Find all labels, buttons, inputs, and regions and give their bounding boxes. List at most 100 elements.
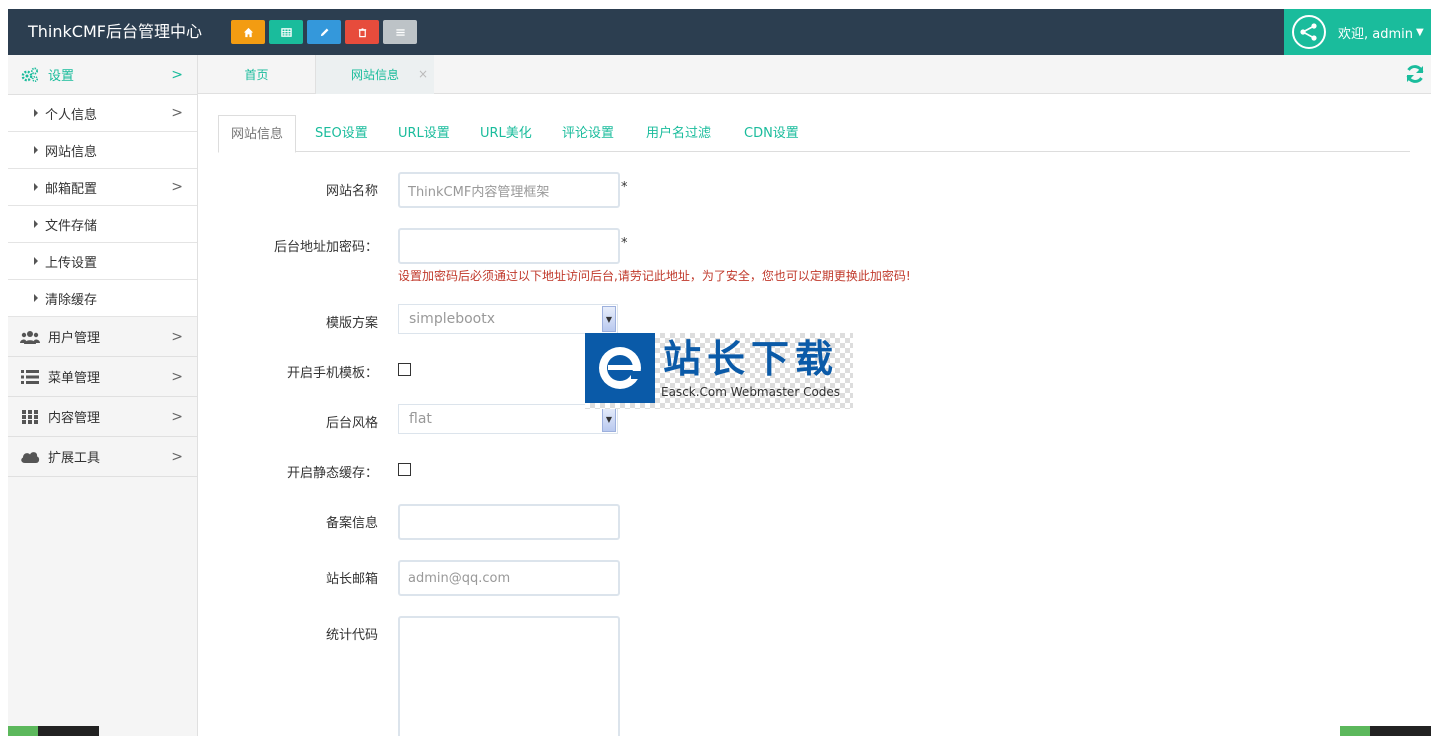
site-name-input[interactable]: ThinkCMF内容管理框架 <box>398 172 620 208</box>
sidebar-sub-item-storage[interactable]: 文件存储 <box>8 206 197 243</box>
template-value: simplebootx <box>409 311 496 327</box>
close-icon[interactable]: × <box>418 67 428 81</box>
tab-site-info[interactable]: 网站信息 × <box>316 55 434 94</box>
chevron-down-icon: ▼ <box>602 406 616 432</box>
chevron-right-icon: > <box>171 368 183 385</box>
footer-bar-right[interactable] <box>1340 726 1431 736</box>
icp-label: 备案信息 <box>325 516 378 531</box>
table-shortcut-button[interactable] <box>269 20 303 44</box>
cloud-icon <box>20 449 40 465</box>
sidebar-sub-label: 清除缓存 <box>45 292 98 308</box>
tab-url-rewrite[interactable]: URL美化 <box>480 115 532 152</box>
sidebar-item-extensions[interactable]: 扩展工具 > <box>8 437 197 477</box>
sidebar-item-content[interactable]: 内容管理 > <box>8 397 197 437</box>
watermark-title: 站长下载 <box>663 337 840 381</box>
admin-key-hint: 设置加密码后必须通过以下地址访问后台,请劳记此地址，为了安全，您也可以定期更换此… <box>398 269 911 283</box>
chevron-right-icon: > <box>171 408 183 425</box>
brand-title[interactable]: ThinkCMF后台管理中心 <box>28 9 202 55</box>
welcome-text: 欢迎, admin <box>1338 26 1413 42</box>
stats-code-label: 统计代码 <box>325 628 378 643</box>
sidebar-sub-label: 文件存储 <box>45 218 98 234</box>
caret-right-icon <box>34 257 38 265</box>
caret-right-icon <box>34 109 38 117</box>
sidebar-sub-item-profile[interactable]: 个人信息 > <box>8 95 197 132</box>
shortcut-toolbar <box>231 20 417 44</box>
static-cache-label: 开启静态缓存： <box>286 466 378 481</box>
watermark-logo-icon <box>585 333 655 403</box>
sidebar-item-label: 设置 <box>48 69 75 84</box>
site-name-label: 网站名称 <box>325 184 378 199</box>
admin-window: ThinkCMF后台管理中心 欢迎, admin ▼ 设置 > 个人信息 > 网… <box>8 9 1431 736</box>
chevron-right-icon: > <box>171 179 183 195</box>
table-icon <box>280 27 292 37</box>
mobile-template-label: 开启手机模板： <box>286 366 378 381</box>
caret-right-icon <box>34 220 38 228</box>
chevron-right-icon: > <box>171 66 183 83</box>
tab-username-filter[interactable]: 用户名过滤 <box>646 115 711 152</box>
sidebar-sub-label: 上传设置 <box>45 255 98 271</box>
caret-right-icon <box>34 146 38 154</box>
delete-shortcut-button[interactable] <box>345 20 379 44</box>
sidebar-item-label: 内容管理 <box>48 411 101 426</box>
template-label: 模版方案 <box>325 316 378 331</box>
sidebar-sub-item-clear-cache[interactable]: 清除缓存 <box>8 280 197 317</box>
sidebar-item-label: 菜单管理 <box>48 371 101 386</box>
tab-cdn[interactable]: CDN设置 <box>744 115 799 152</box>
top-header: ThinkCMF后台管理中心 欢迎, admin ▼ <box>8 9 1431 55</box>
sidebar-item-settings[interactable]: 设置 > <box>8 55 197 95</box>
chevron-right-icon: > <box>171 105 183 121</box>
refresh-icon[interactable] <box>1403 62 1427 86</box>
admin-email-input[interactable]: admin@qq.com <box>398 560 620 596</box>
tab-seo[interactable]: SEO设置 <box>315 115 368 152</box>
trash-icon <box>358 27 366 37</box>
chevron-down-icon: ▼ <box>602 306 616 332</box>
mobile-template-checkbox[interactable] <box>398 363 411 376</box>
required-mark: * <box>621 236 628 251</box>
settings-tabs: 网站信息 SEO设置 URL设置 URL美化 评论设置 用户名过滤 CDN设置 <box>218 115 1410 153</box>
edit-shortcut-button[interactable] <box>307 20 341 44</box>
admin-style-value: flat <box>409 411 432 427</box>
sidebar-item-label: 用户管理 <box>48 331 101 346</box>
caret-down-icon: ▼ <box>1416 26 1424 38</box>
sidebar-item-label: 扩展工具 <box>48 451 101 466</box>
stats-code-textarea[interactable] <box>398 616 620 736</box>
share-icon <box>1292 15 1326 49</box>
tab-site-info-settings[interactable]: 网站信息 <box>218 115 297 153</box>
gears-icon <box>20 67 40 83</box>
grid-icon <box>20 409 40 425</box>
home-icon <box>243 27 253 37</box>
tab-home[interactable]: 首页 <box>198 55 316 94</box>
static-cache-checkbox[interactable] <box>398 463 411 476</box>
admin-email-label: 站长邮箱 <box>325 572 378 587</box>
sidebar-sub-item-mail[interactable]: 邮箱配置 > <box>8 169 197 206</box>
list-icon <box>20 369 40 385</box>
caret-right-icon <box>34 294 38 302</box>
admin-key-input[interactable] <box>398 228 620 264</box>
tab-url[interactable]: URL设置 <box>398 115 450 152</box>
sidebar-item-menus[interactable]: 菜单管理 > <box>8 357 197 397</box>
pencil-icon <box>320 28 328 36</box>
admin-key-label: 后台地址加密码： <box>273 240 378 255</box>
required-mark: * <box>621 180 628 195</box>
sidebar: 设置 > 个人信息 > 网站信息 邮箱配置 > 文件存储 上传设置 清除缓存 用… <box>8 55 198 736</box>
sidebar-sub-item-upload[interactable]: 上传设置 <box>8 243 197 280</box>
home-shortcut-button[interactable] <box>231 20 265 44</box>
watermark-subtitle: Easck.Com Webmaster Codes <box>661 385 841 399</box>
watermark-overlay: 站长下载 Easck.Com Webmaster Codes <box>585 333 853 409</box>
template-select[interactable]: simplebootx ▼ <box>398 304 618 334</box>
tab-label: 网站信息 <box>350 68 399 82</box>
users-icon <box>20 329 40 345</box>
tab-comments[interactable]: 评论设置 <box>562 115 614 152</box>
chevron-right-icon: > <box>171 448 183 465</box>
sidebar-footer-bar[interactable] <box>8 726 99 736</box>
sidebar-sub-label: 邮箱配置 <box>45 181 98 197</box>
list-icon <box>395 28 405 36</box>
sidebar-item-users[interactable]: 用户管理 > <box>8 317 197 357</box>
sidebar-sub-item-site-info[interactable]: 网站信息 <box>8 132 197 169</box>
user-menu[interactable]: 欢迎, admin ▼ <box>1284 9 1431 55</box>
sidebar-sub-label: 网站信息 <box>45 144 98 160</box>
chevron-right-icon: > <box>171 328 183 345</box>
icp-input[interactable] <box>398 504 620 540</box>
list-shortcut-button[interactable] <box>383 20 417 44</box>
admin-style-label: 后台风格 <box>325 416 378 431</box>
